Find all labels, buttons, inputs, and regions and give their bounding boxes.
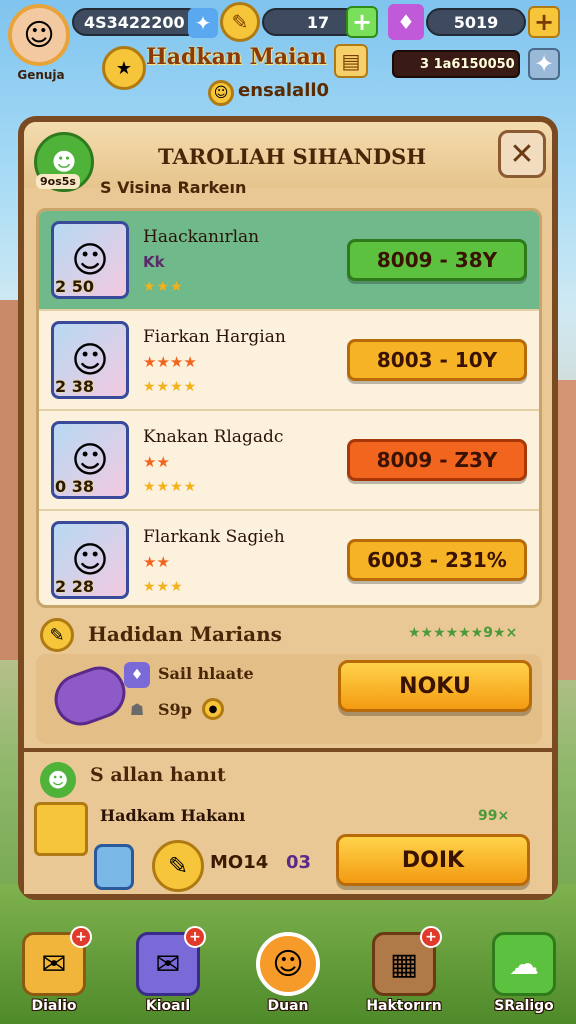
nav-label: Kioaıl [145,998,191,1014]
reward-item-1: Sail hlaate [158,664,254,683]
currency-3-value: 5019 [453,12,499,32]
row-player-subtext: ★★ [143,553,170,571]
offer-rate: 99× [478,808,510,824]
nav-label: Dialio [31,998,77,1014]
row-player-subtext: ★★★★ [143,353,197,371]
coin-counter: 3 1a6150050 [392,50,520,78]
row-action-button[interactable]: 8003 - 10Y [347,339,527,381]
add-currency-2-button[interactable]: + [346,6,378,38]
can-icon [94,844,134,890]
row-action-button[interactable]: 6003 - 231% [347,539,527,581]
chest-icon [34,802,88,856]
add-currency-3-button[interactable]: + [528,6,560,38]
section2-rating: ★★★★★★9★× [408,625,518,641]
portrait-level: 0 38 [55,477,94,496]
row-rating-stars: ★★★ [143,579,184,595]
currency-1-value: 4S3422200 [84,12,185,32]
close-button[interactable]: ✕ [498,130,546,178]
reward-item-2: S9p [158,700,192,719]
subtitle-coin-icon: ☺ [208,80,234,106]
ranking-row[interactable]: ☺ 2 28 Flarkank Sagieh ★★ ★★★ 6003 - 231… [39,511,539,605]
scroll-icon: ▤ [334,44,368,78]
nav-label: Duan [267,998,309,1014]
top-hud: ☺ Genuja 4S3422200 ✦ ✎ 17 + ♦ 5019 + ★ H… [0,0,576,110]
row-player-name: Haackanırlan [143,227,260,247]
purple-gem-icon: ♦ [388,4,424,40]
nav-item-sraligo[interactable]: ☁ SRaligo [484,930,564,1020]
currency-2-value: 17 [306,12,330,32]
mini-cup-icon: ☗ [129,699,145,719]
ranking-section-label: S Visina Rarkeın [100,178,247,197]
portrait-level: 2 38 [55,377,94,396]
row-player-name: Knakan Rlagadc [143,427,284,447]
mini-gem-icon: ♦ [124,662,150,688]
row-rating-stars: ★★★★ [143,379,198,395]
ranking-row[interactable]: ☺ 2 50 Haackanırlan Kk ★★★ 8009 - 38Y [39,211,539,311]
offer-item-name: Hadkam Hakanı [100,806,246,825]
portrait-level: 2 28 [55,577,94,596]
nav-label: Haktorırn [366,998,442,1014]
nav-badge-plus: + [184,926,206,948]
row-player-subtext: Kk [143,253,165,271]
section2-title: Hadidan Marians [88,622,282,646]
ranking-row[interactable]: ☺ 2 38 Fiarkan Hargian ★★★★ ★★★★ 8003 - … [39,311,539,411]
row-player-name: Flarkank Sagieh [143,527,285,547]
row-action-button[interactable]: 8009 - 38Y [347,239,527,281]
offer-price-suffix: 03 [286,852,312,873]
settings-star-button[interactable]: ✦ [528,48,560,80]
cloud-icon: ☁ [492,932,556,996]
nav-item-haktorirn[interactable]: ▦ + Haktorırn [364,926,444,1020]
nav-badge-plus: + [70,926,92,948]
portrait-level: 2 50 [55,277,94,296]
currency-bar-1: 4S3422200 [72,8,202,36]
offer-section: ☻ S allan hanıt Hadkam Hakanı 99× ✎ MO14… [24,748,552,894]
gem-blue-icon: ✦ [188,8,218,38]
game-subtitle: ensalall0 [238,80,330,101]
noku-button[interactable]: NOKU [338,660,532,712]
doik-button[interactable]: DOIK [336,834,530,886]
row-player-name: Fiarkan Hargian [143,327,286,347]
nav-item-dialio[interactable]: ✉ + Dialio [14,926,94,1020]
nav-badge-plus: + [420,926,442,948]
row-action-button[interactable]: 8009 - Z3Y [347,439,527,481]
bottom-nav: ✉ + Dialio ✉ + Kioaıl ☺ Duan ▦ + Haktorı… [0,920,576,1024]
gold-coin-icon: ✎ [220,2,260,42]
ranking-panel: ☻ 9os5s TAROLIAH SIHANDSH ✕ S Visina Rar… [18,116,558,900]
rank-badge-label: 9os5s [36,174,80,189]
player-name: Genuja [17,68,65,82]
row-player-subtext: ★★ [143,453,170,471]
section2-coin-icon: ✎ [40,618,74,652]
game-title: Hadkan Maian [146,44,327,70]
ranking-list: ☺ 2 50 Haackanırlan Kk ★★★ 8009 - 38Y ☺ … [36,208,542,608]
currency-bar-3: 5019 [426,8,526,36]
offer-green-icon: ☻ [40,762,76,798]
nav-item-kioail[interactable]: ✉ + Kioaıl [128,926,208,1020]
ranking-row[interactable]: ☺ 0 38 Knakan Rlagadc ★★ ★★★★ 8009 - Z3Y [39,411,539,511]
offer-price: MO14 [210,852,269,873]
row-rating-stars: ★★★★ [143,479,198,495]
player-avatar[interactable]: ☺ [8,4,70,66]
panel-title: TAROLIAH SIHANDSH [158,144,427,169]
big-coin-icon: ✎ [152,840,204,892]
nav-item-duan[interactable]: ☺ Duan [248,930,328,1020]
nav-label: SRaligo [494,998,554,1014]
offer-section-title: S allan hanıt [90,764,226,786]
title-coin-icon: ★ [102,46,146,90]
reward-coin-icon: ● [202,698,224,720]
cat-icon: ☺ [256,932,320,996]
coin-counter-value: 3 1a6150050 [420,56,515,72]
row-rating-stars: ★★★ [143,279,184,295]
